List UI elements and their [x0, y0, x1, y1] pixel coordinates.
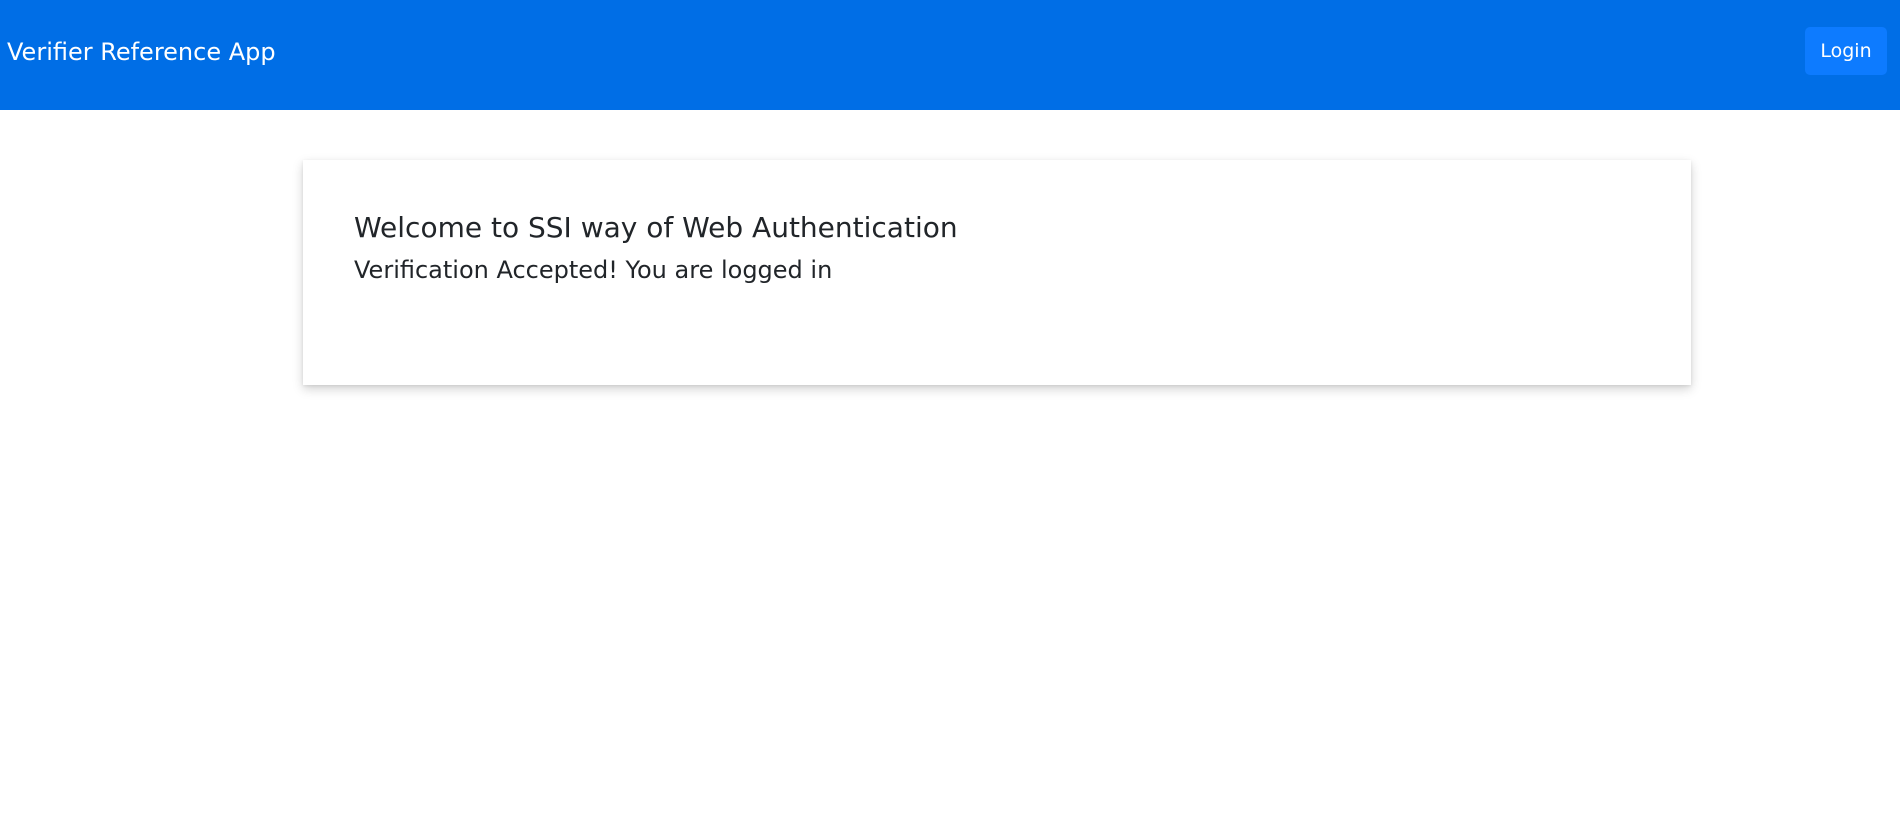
- navbar-brand[interactable]: Verifier Reference App: [7, 36, 276, 68]
- navbar: Verifier Reference App Login: [0, 0, 1900, 110]
- verification-message: Verification Accepted! You are logged in: [354, 256, 833, 284]
- login-button[interactable]: Login: [1805, 27, 1887, 75]
- welcome-card: Welcome to SSI way of Web Authentication…: [303, 160, 1691, 385]
- card-title: Welcome to SSI way of Web Authentication: [354, 211, 958, 244]
